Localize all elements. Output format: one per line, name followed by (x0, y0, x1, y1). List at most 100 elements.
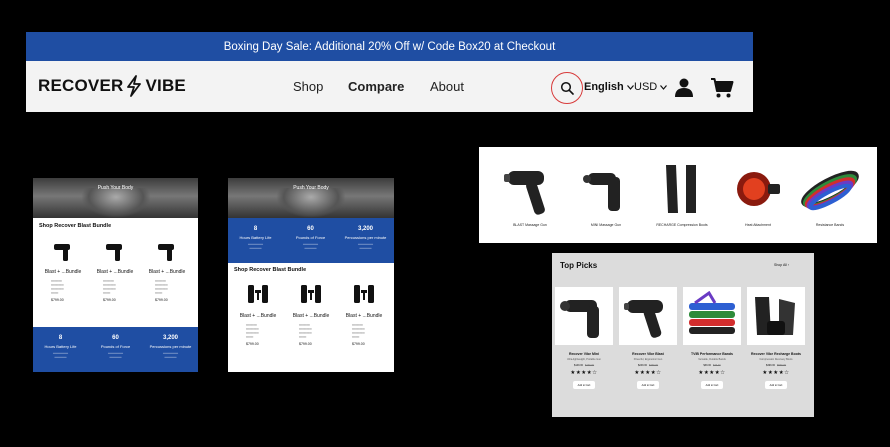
bundle-boots-icon (354, 285, 374, 303)
price-current: $149.00 (573, 364, 583, 367)
add-to-cart-button[interactable]: Add to Cart (701, 381, 723, 389)
pick-card[interactable]: TVIB Performance Bands Versatile, Durabl… (683, 287, 741, 389)
product-name: Blast + ...Bundle (148, 269, 186, 275)
product-name: Blast + ...Bundle (292, 313, 330, 319)
product-subtitle: Ultra-lightweight, Portable Gun (566, 358, 602, 361)
section-title: Shop Recover Blast Bundle (234, 267, 307, 273)
stat-item: 8 Hours Battery Life ━━━━━━━━━━ ━━━━━━━━ (38, 335, 83, 359)
logo-text-left: RECOVER (38, 76, 124, 95)
strip-item-label: BLAST Massage Gun (513, 223, 547, 227)
search-icon (560, 81, 574, 95)
massage-gun-icon (504, 171, 545, 215)
strip-item[interactable]: RECHARGE Compression Boots (647, 159, 717, 227)
product-card[interactable]: Blast + ...Bundle ━━━━━━ ━━━━━━━ ━━━━━━━ ━━… (43, 242, 83, 302)
account-icon[interactable] (674, 77, 694, 97)
hero-text: Push Your Body (293, 185, 329, 191)
strip-item-label: RECHARGE Compression Boots (656, 223, 708, 227)
language-selector[interactable]: English (584, 81, 634, 93)
stat-number: 60 (307, 226, 314, 232)
product-card[interactable]: Blast + ...Bundle ━━━━━━ ━━━━━━━ ━━━━━━━ ━━… (238, 284, 278, 346)
product-price: $799.00 (155, 298, 168, 302)
strip-item-label: MINI Massage Gun (590, 223, 622, 227)
pick-card[interactable]: Recover Vibe Mini Ultra-lightweight, Por… (555, 287, 613, 389)
stats-panel: 8 Hours Battery Life ━━━━━━━━━━ ━━━━━━━━ … (228, 218, 394, 263)
product-price: $799.00 (51, 298, 64, 302)
product-name: Blast + ...Bundle (96, 269, 134, 275)
stat-number: 3,200 (357, 226, 373, 232)
add-to-cart-button[interactable]: Add to Cart (765, 381, 787, 389)
stat-number: 8 (253, 226, 258, 232)
stat-item: 3,200 Percussions per minute ━━━━━━━━━━ ━… (148, 335, 193, 359)
product-price: $499.00 $599.00 (747, 364, 805, 367)
product-price: $39.00 $49.00 (683, 364, 741, 367)
mini-massage-gun-icon (583, 173, 620, 211)
cart-icon[interactable] (710, 77, 734, 99)
pick-card[interactable]: Recover Vibe Recharge Boots Compression … (747, 287, 805, 389)
product-name: Blast + ...Bundle (239, 313, 277, 319)
stat-description: ━━━━━━━━━━ ━━━━━━━━ (302, 243, 319, 250)
nav-shop[interactable]: Shop (293, 79, 323, 94)
compression-boots-icon (666, 165, 696, 213)
stat-item: 3,200 Percussions per minute ━━━━━━━━━━ ━… (343, 226, 388, 250)
product-description: ━━━━━━ ━━━━━━━ ━━━━━━━ ━━━━ (299, 323, 312, 339)
stat-description: ━━━━━━━━━━ ━━━━━━━━ (247, 243, 264, 250)
stat-label: Hours Battery Life (44, 344, 77, 349)
product-card[interactable]: Blast + ...Bundle ━━━━━━ ━━━━━━━ ━━━━━━━ ━━… (344, 284, 384, 346)
product-description: ━━━━━━ ━━━━━━━ ━━━━━━━ ━━━━ (246, 323, 259, 339)
shop-all-link[interactable]: Shop All › (774, 263, 789, 267)
section-title: Top Picks (560, 261, 598, 270)
product-description: ━━━━━━ ━━━━━━━ ━━━━━━━ ━━━━ (51, 279, 64, 295)
add-to-cart-button[interactable]: Add to Cart (573, 381, 595, 389)
product-name: Recover Vibe Recharge Boots (751, 352, 801, 356)
product-strip: BLAST Massage Gun MINI Massage Gun RECHA… (479, 147, 877, 243)
language-value: English (584, 81, 624, 93)
chevron-down-icon (660, 84, 668, 90)
product-description: ━━━━━━ ━━━━━━━ ━━━━━━━ ━━━━ (155, 279, 168, 295)
strip-item[interactable]: Resistance Bands (795, 159, 865, 227)
resistance-bands-icon (801, 170, 859, 211)
rating-stars: ★★★★☆ (698, 370, 726, 376)
heat-attachment-icon (737, 172, 780, 206)
rating-stars: ★★★★☆ (570, 370, 598, 376)
compression-boots-icon (755, 297, 795, 335)
product-description: ━━━━━━ ━━━━━━━ ━━━━━━━ ━━━━ (103, 279, 116, 295)
stat-label: Percussions per minute (149, 344, 192, 349)
nav-about[interactable]: About (430, 79, 464, 94)
strip-item-label: Resistance Bands (815, 223, 845, 227)
brand-logo[interactable]: RECOVER VIBE (38, 75, 186, 97)
pick-card[interactable]: Recover Vibe Blast Powerful, Ergonomic G… (619, 287, 677, 389)
product-price: $149.00 $199.00 (555, 364, 613, 367)
product-card[interactable]: Blast + ...Bundle ━━━━━━ ━━━━━━━ ━━━━━━━ ━━… (95, 242, 135, 302)
stat-description: ━━━━━━━━━━ ━━━━━━━━ (162, 352, 179, 359)
price-old: $599.00 (777, 364, 787, 367)
strip-item[interactable]: BLAST Massage Gun (495, 159, 565, 227)
product-name: Blast + ...Bundle (345, 313, 383, 319)
massage-gun-icon (158, 244, 174, 261)
product-card[interactable]: Blast + ...Bundle ━━━━━━ ━━━━━━━ ━━━━━━━ ━━… (147, 242, 187, 302)
promo-banner[interactable]: Boxing Day Sale: Additional 20% Off w/ C… (26, 32, 753, 61)
product-subtitle: Compression Recovery Boots (759, 358, 793, 361)
strip-item-label: Heat Attachment (745, 223, 771, 227)
logo-text-right: VIBE (145, 76, 186, 95)
product-card[interactable]: Blast + ...Bundle ━━━━━━ ━━━━━━━ ━━━━━━━ ━━… (291, 284, 331, 346)
product-price: $249.00 $299.00 (619, 364, 677, 367)
price-current: $499.00 (765, 364, 775, 367)
product-price: $799.00 (246, 342, 259, 346)
bundle-boots-icon (248, 285, 268, 303)
stat-number: 8 (58, 335, 63, 341)
price-old: $299.00 (649, 364, 659, 367)
search-button[interactable] (551, 72, 583, 104)
massage-gun-icon (106, 244, 122, 261)
add-to-cart-button[interactable]: Add to Cart (637, 381, 659, 389)
product-image (747, 287, 805, 345)
stat-label: Hours Battery Life (239, 235, 272, 240)
price-old: $49.00 (713, 364, 721, 367)
stat-number: 3,200 (162, 335, 178, 341)
currency-selector[interactable]: USD (634, 81, 668, 93)
product-subtitle: Versatile, Durable Bands (698, 358, 726, 361)
nav-compare[interactable]: Compare (348, 79, 404, 94)
strip-item[interactable]: MINI Massage Gun (571, 159, 641, 227)
massage-gun-icon (54, 244, 70, 261)
strip-item[interactable]: Heat Attachment (723, 159, 793, 227)
site-header: Boxing Day Sale: Additional 20% Off w/ C… (26, 32, 753, 112)
